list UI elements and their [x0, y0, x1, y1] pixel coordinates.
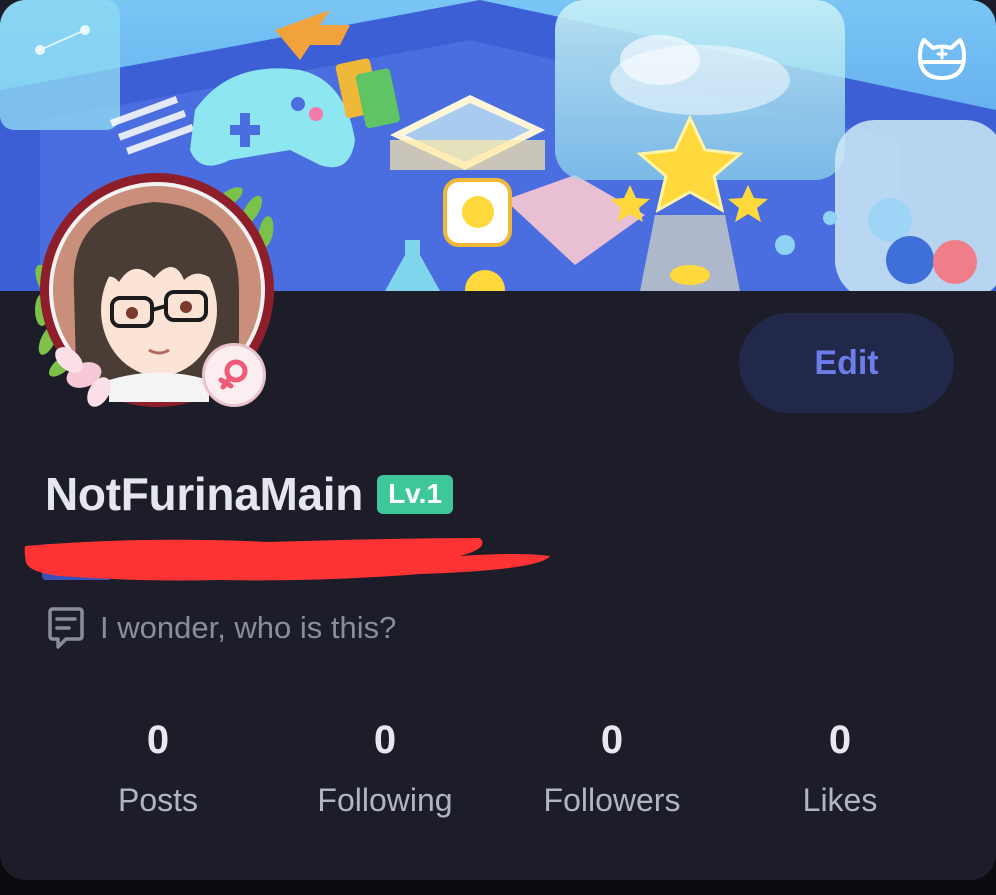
- username: NotFurinaMain: [45, 468, 364, 520]
- profile-card: Edit NotFurinaMain Lv.1 I wonder, who is…: [0, 0, 996, 880]
- stat-count: 0: [146, 718, 170, 762]
- username-row: NotFurinaMain Lv.1: [45, 464, 454, 524]
- stat-label: Likes: [802, 782, 878, 818]
- stat-posts[interactable]: 0 Posts: [58, 710, 258, 830]
- stat-followers[interactable]: 0 Followers: [512, 710, 712, 830]
- level-badge: Lv.1: [377, 474, 454, 514]
- stat-count: 0: [828, 718, 852, 762]
- edit-profile-button[interactable]: Edit: [739, 313, 954, 413]
- stat-label: Following: [317, 782, 453, 818]
- stat-count: 0: [600, 718, 624, 762]
- message-icon: [48, 607, 84, 649]
- stat-label: Followers: [543, 782, 681, 818]
- cat-mascot-icon[interactable]: [916, 36, 968, 84]
- stat-following[interactable]: 0 Following: [285, 710, 485, 830]
- stat-likes[interactable]: 0 Likes: [740, 710, 940, 830]
- redaction-mark: [24, 538, 550, 581]
- stat-count: 0: [373, 718, 397, 762]
- female-symbol-icon: [202, 343, 266, 407]
- bio-row[interactable]: I wonder, who is this?: [46, 605, 396, 651]
- stat-label: Posts: [117, 782, 199, 818]
- bio-text: I wonder, who is this?: [100, 610, 397, 645]
- stats-row: 0 Posts 0 Following 0 Followers 0 Likes: [0, 710, 996, 830]
- avatar[interactable]: [14, 170, 304, 420]
